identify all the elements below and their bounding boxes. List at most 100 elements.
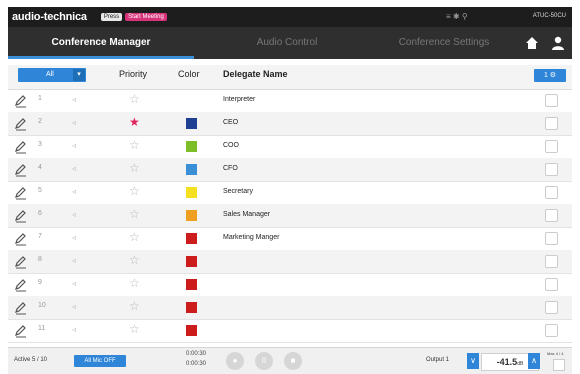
table-row[interactable]: 6 ◃ ☆ Sales Manager [8, 204, 572, 228]
row-checkbox[interactable] [545, 232, 558, 245]
priority-star-icon[interactable]: ☆ [129, 184, 140, 198]
all-mic-off-button[interactable]: All Mic OFF [74, 355, 126, 367]
row-checkbox[interactable] [545, 301, 558, 314]
delegate-name: Interpreter [223, 96, 256, 103]
max-checkbox[interactable] [553, 359, 565, 371]
pencil-icon[interactable] [14, 94, 28, 108]
table-row[interactable]: 5 ◃ ☆ Secretary [8, 181, 572, 205]
network-status-icons: ≡ ✱ ⚲ [446, 12, 468, 21]
priority-star-icon[interactable]: ☆ [129, 161, 140, 175]
row-checkbox[interactable] [545, 163, 558, 176]
color-swatch[interactable] [186, 210, 197, 221]
mode-badge: Press [100, 13, 123, 21]
tab-label: Conference Manager [51, 37, 151, 48]
speaker-icon: ◃ [72, 302, 77, 311]
table-row[interactable]: 8 ◃ ☆ [8, 250, 572, 274]
pencil-icon[interactable] [14, 209, 28, 223]
seat-number: 1 [38, 95, 42, 102]
tab-conference-settings[interactable]: Conference Settings [380, 27, 508, 59]
seat-number: 6 [38, 210, 42, 217]
column-color: Color [178, 69, 200, 79]
pencil-icon[interactable] [14, 117, 28, 131]
color-swatch[interactable] [186, 325, 197, 336]
speaker-icon: ◃ [72, 187, 77, 196]
row-checkbox[interactable] [545, 186, 558, 199]
chevron-down-icon: ▾ [73, 69, 85, 81]
color-swatch[interactable] [186, 187, 197, 198]
table-row[interactable]: 7 ◃ ☆ Marketing Manger [8, 227, 572, 251]
speaker-icon: ◃ [72, 210, 77, 219]
priority-star-icon[interactable]: ☆ [129, 207, 140, 221]
page-settings-button[interactable]: 1 ⚙ [534, 69, 566, 82]
color-swatch[interactable] [186, 118, 197, 129]
status-bar: audio-technica Press Start Meeting ≡ ✱ ⚲… [8, 7, 572, 27]
volume-value: -41.5 [496, 357, 518, 367]
volume-up-button[interactable]: ∧ [528, 353, 540, 369]
row-checkbox[interactable] [545, 324, 558, 337]
row-checkbox[interactable] [545, 117, 558, 130]
table-row[interactable]: 10 ◃ ☆ [8, 296, 572, 320]
table-row[interactable]: 1 ◃ ☆ Interpreter [8, 89, 572, 113]
seat-number: 2 [38, 118, 42, 125]
pencil-icon[interactable] [14, 232, 28, 246]
user-icon[interactable] [550, 35, 566, 51]
color-swatch[interactable] [186, 279, 197, 290]
seat-number: 9 [38, 279, 42, 286]
home-icon[interactable] [524, 35, 540, 51]
row-checkbox[interactable] [545, 278, 558, 291]
volume-down-button[interactable]: ∨ [467, 353, 479, 369]
table-row[interactable]: 2 ◃ ★ CEO [8, 112, 572, 136]
row-checkbox[interactable] [545, 140, 558, 153]
row-checkbox[interactable] [545, 255, 558, 268]
output-label: Output 1 [426, 357, 450, 363]
speaker-icon: ◃ [72, 256, 77, 265]
speaker-icon: ◃ [72, 118, 77, 127]
priority-star-icon[interactable]: ☆ [129, 322, 140, 336]
tab-audio-control[interactable]: Audio Control [194, 27, 380, 59]
pencil-icon[interactable] [14, 301, 28, 315]
pencil-icon[interactable] [14, 140, 28, 154]
table-row[interactable]: 3 ◃ ☆ COO [8, 135, 572, 159]
device-model: ATUC-50CU [532, 13, 566, 19]
priority-star-icon[interactable]: ☆ [129, 138, 140, 152]
table-row[interactable]: 4 ◃ ☆ CFO [8, 158, 572, 182]
brand-logo: audio-technica [12, 11, 87, 23]
pencil-icon[interactable] [14, 255, 28, 269]
stop-button[interactable]: ■ [284, 352, 302, 370]
priority-star-icon[interactable]: ★ [129, 115, 140, 129]
color-swatch[interactable] [186, 302, 197, 313]
tab-conference-manager[interactable]: Conference Manager [8, 27, 194, 59]
tab-label: Audio Control [256, 37, 318, 48]
delegate-name: CFO [223, 165, 238, 172]
table-header: All ▾ Priority Color Delegate Name 1 ⚙ [8, 65, 572, 90]
pencil-icon[interactable] [14, 278, 28, 292]
color-swatch[interactable] [186, 141, 197, 152]
bottom-control-bar: Active 5 / 10 All Mic OFF 0:00:30 0:00:3… [8, 347, 572, 374]
delegate-name: Secretary [223, 188, 253, 195]
priority-star-icon[interactable]: ☆ [129, 230, 140, 244]
priority-star-icon[interactable]: ☆ [129, 253, 140, 267]
pencil-icon[interactable] [14, 186, 28, 200]
priority-star-icon[interactable]: ☆ [129, 299, 140, 313]
pause-button[interactable]: II [255, 352, 273, 370]
pencil-icon[interactable] [14, 163, 28, 177]
color-swatch[interactable] [186, 256, 197, 267]
row-checkbox[interactable] [545, 209, 558, 222]
speaker-icon: ◃ [72, 95, 77, 104]
table-row[interactable]: 11 ◃ ☆ [8, 319, 572, 343]
color-swatch[interactable] [186, 233, 197, 244]
seat-number: 11 [38, 325, 46, 332]
color-swatch[interactable] [186, 164, 197, 175]
filter-dropdown[interactable]: All ▾ [18, 68, 86, 82]
meeting-status-badge[interactable]: Start Meeting [125, 13, 167, 21]
row-checkbox[interactable] [545, 94, 558, 107]
seat-number: 4 [38, 164, 42, 171]
priority-star-icon[interactable]: ☆ [129, 276, 140, 290]
table-row[interactable]: 9 ◃ ☆ [8, 273, 572, 297]
timer-2: 0:00:30 [186, 361, 207, 367]
seat-number: 10 [38, 302, 46, 309]
priority-star-icon[interactable]: ☆ [129, 92, 140, 106]
column-priority: Priority [119, 69, 148, 79]
record-button[interactable]: ● [226, 352, 244, 370]
pencil-icon[interactable] [14, 324, 28, 338]
